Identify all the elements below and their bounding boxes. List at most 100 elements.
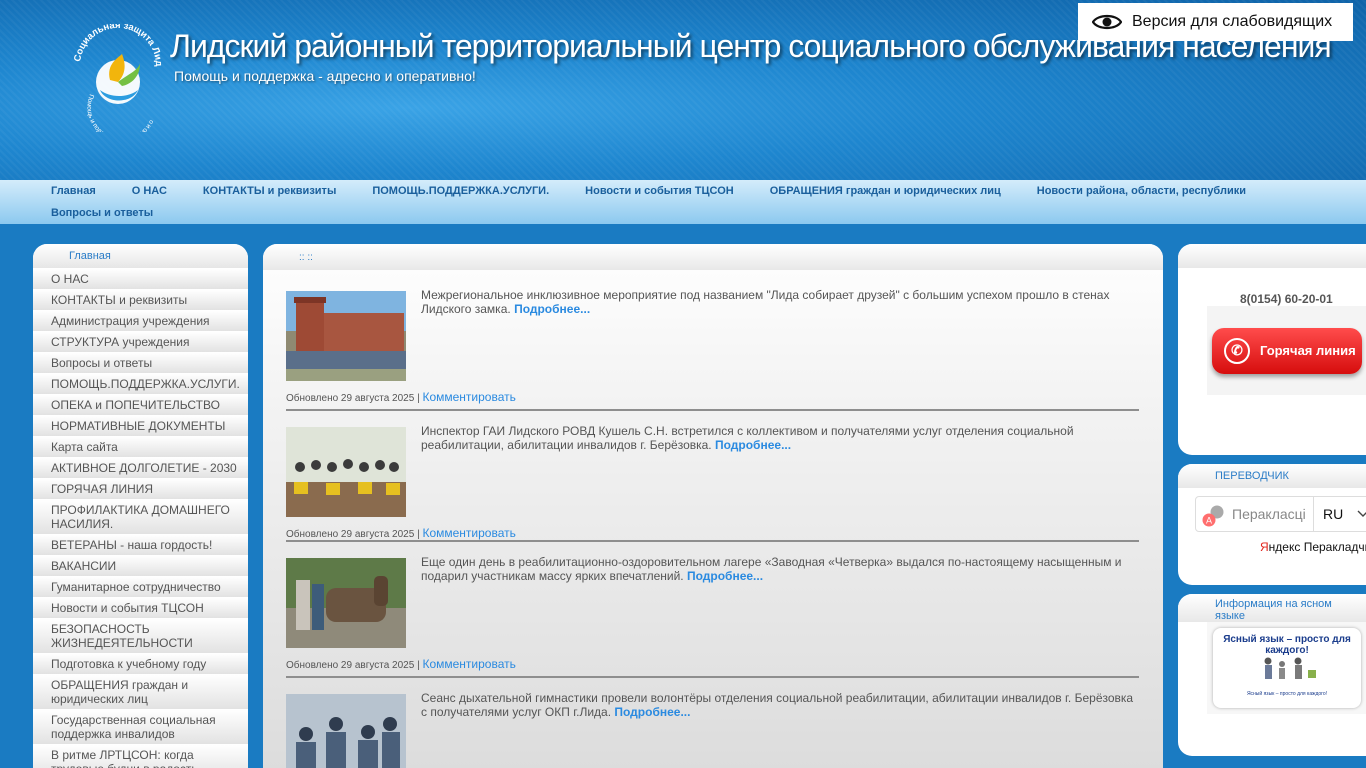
news-meta: Обновлено 29 августа 2025 | Комментирова… <box>286 657 516 671</box>
read-more-link[interactable]: Подробнее... <box>514 302 590 316</box>
news-thumbnail[interactable] <box>286 694 406 768</box>
sidebar-item-contacts[interactable]: КОНТАКТЫ и реквизиты <box>33 289 248 310</box>
news-photo-castle <box>286 291 406 381</box>
sidebar-item-appeals[interactable]: ОБРАЩЕНИЯ граждан и юридических лиц <box>33 674 248 709</box>
hotline-button[interactable]: ✆ Горячая линия <box>1212 327 1362 374</box>
sidebar-item-vacancies[interactable]: ВАКАНСИИ <box>33 555 248 576</box>
sidebar-item-rhythm[interactable]: В ритме ЛРТЦСОН: когда трудовые будни в … <box>33 744 248 768</box>
language-select[interactable]: RU <box>1314 497 1366 531</box>
comment-link[interactable]: Комментировать <box>422 390 515 404</box>
news-divider <box>286 540 1139 542</box>
sidebar-menu: О НАС КОНТАКТЫ и реквизиты Администрация… <box>33 268 248 768</box>
read-more-link[interactable]: Подробнее... <box>614 705 690 719</box>
yandex-letter: Я <box>1260 540 1269 554</box>
news-meta: Обновлено 29 августа 2025 | Комментирова… <box>286 390 516 404</box>
news-thumbnail[interactable] <box>286 291 406 381</box>
news-item: Еще один день в реабилитационно-оздорови… <box>286 555 1139 685</box>
comment-link[interactable]: Комментировать <box>422 526 515 540</box>
site-logo[interactable]: Социальная защита Лидчины Помощь и подде… <box>70 24 166 132</box>
nav-about[interactable]: О НАС <box>132 185 167 197</box>
sidebar-item-guardianship[interactable]: ОПЕКА и ПОПЕЧИТЕЛЬСТВО <box>33 394 248 415</box>
news-divider <box>286 676 1139 678</box>
translate-placeholder: Перакласці <box>1232 506 1306 522</box>
site-slogan: Помощь и поддержка - адресно и оперативн… <box>174 68 476 84</box>
news-photo-gymnastics <box>286 694 406 768</box>
hotline-box-head <box>1178 244 1366 268</box>
nav-home[interactable]: Главная <box>51 185 96 197</box>
news-item: Межрегиональное инклюзивное мероприятие … <box>286 288 1139 418</box>
sidebar-item-about[interactable]: О НАС <box>33 268 248 289</box>
nav-region-news[interactable]: Новости района, области, республики <box>1037 185 1246 197</box>
nav-help[interactable]: ПОМОЩЬ.ПОДДЕРЖКА.УСЛУГИ. <box>372 185 549 197</box>
sidebar-item-humanitarian[interactable]: Гуманитарное сотрудничество <box>33 576 248 597</box>
low-vision-button[interactable]: Версия для слабовидящих <box>1078 3 1353 41</box>
news-summary: Сеанс дыхательной гимнастики провели вол… <box>421 691 1139 719</box>
news-text: Сеанс дыхательной гимнастики провели вол… <box>421 691 1134 719</box>
translate-icon: A <box>1202 505 1224 527</box>
translate-input[interactable]: A Перакласці <box>1196 497 1314 531</box>
news-thumbnail[interactable] <box>286 427 406 517</box>
content-breadcrumb: :: :: <box>263 244 1163 270</box>
news-photo-group <box>286 427 406 517</box>
phone-number: 8(0154) 60-20-01 <box>1240 292 1333 306</box>
clear-language-box: Информация на ясном языке Ясный язык – п… <box>1178 594 1366 756</box>
news-summary: Межрегиональное инклюзивное мероприятие … <box>421 288 1139 316</box>
sidebar-item-documents[interactable]: НОРМАТИВНЫЕ ДОКУМЕНТЫ <box>33 415 248 436</box>
nav-news[interactable]: Новости и события ТЦСОН <box>585 185 734 197</box>
eye-icon <box>1092 14 1122 30</box>
news-text: Еще один день в реабилитационно-оздорови… <box>421 555 1122 583</box>
hotline-box: 8(0154) 60-20-01 ✆ Горячая линия <box>1178 244 1366 455</box>
sidebar-item-school-prep[interactable]: Подготовка к учебному году <box>33 653 248 674</box>
sidebar-item-hotline[interactable]: ГОРЯЧАЯ ЛИНИЯ <box>33 478 248 499</box>
top-navigation: Главная О НАС КОНТАКТЫ и реквизиты ПОМОЩ… <box>0 180 1366 224</box>
translator-head: ПЕРЕВОДЧИК <box>1178 464 1366 488</box>
sidebar-item-help[interactable]: ПОМОЩЬ.ПОДДЕРЖКА.УСЛУГИ. <box>33 373 248 394</box>
nav-contacts[interactable]: КОНТАКТЫ и реквизиты <box>203 185 336 197</box>
news-updated: Обновлено 29 августа 2025 | <box>286 529 420 540</box>
news-item: Сеанс дыхательной гимнастики провели вол… <box>286 691 1139 768</box>
hotline-label: Горячая линия <box>1260 343 1356 358</box>
sidebar-item-violence-prevention[interactable]: ПРОФИЛАКТИКА ДОМАШНЕГО НАСИЛИЯ. <box>33 499 248 534</box>
news-updated: Обновлено 29 августа 2025 | <box>286 393 420 404</box>
translator-widget: A Перакласці RU <box>1195 496 1366 532</box>
sidebar-item-structure[interactable]: СТРУКТУРА учреждения <box>33 331 248 352</box>
sidebar-item-news[interactable]: Новости и события ТЦСОН <box>33 597 248 618</box>
language-value: RU <box>1323 506 1344 522</box>
yandex-translator-link[interactable]: Яндекс Перакладчык <box>1260 540 1366 554</box>
sidebar-item-disability-support[interactable]: Государственная социальная поддержка инв… <box>33 709 248 744</box>
yandex-label: ндекс Перакладчык <box>1268 540 1366 554</box>
clear-language-head: Информация на ясном языке <box>1178 594 1366 622</box>
read-more-link[interactable]: Подробнее... <box>715 438 791 452</box>
read-more-link[interactable]: Подробнее... <box>687 569 763 583</box>
chevron-down-icon <box>1357 510 1366 517</box>
translator-box: ПЕРЕВОДЧИК A Перакласці RU Яндекс Перакл… <box>1178 464 1366 585</box>
svg-text:A: A <box>1206 516 1212 526</box>
news-summary: Инспектор ГАИ Лидского РОВД Кушель С.Н. … <box>421 424 1139 452</box>
news-updated: Обновлено 29 августа 2025 | <box>286 660 420 671</box>
sidebar-item-sitemap[interactable]: Карта сайта <box>33 436 248 457</box>
clear-language-banner[interactable]: Ясный язык – просто для каждого! Ясный я… <box>1207 622 1366 714</box>
low-vision-label: Версия для слабовидящих <box>1132 13 1333 30</box>
nav-appeals[interactable]: ОБРАЩЕНИЯ граждан и юридических лиц <box>770 185 1001 197</box>
sidebar-item-safety[interactable]: БЕЗОПАСНОСТЬ ЖИЗНЕДЕЯТЕЛЬНОСТИ <box>33 618 248 653</box>
news-photo-horse <box>286 558 406 648</box>
sidebar-item-administration[interactable]: Администрация учреждения <box>33 310 248 331</box>
clear-language-title: Ясный язык – просто для каждого! <box>1223 634 1351 656</box>
news-item: Инспектор ГАИ Лидского РОВД Кушель С.Н. … <box>286 424 1139 554</box>
site-header: Социальная защита Лидчины Помощь и подде… <box>0 0 1366 180</box>
clear-language-card: Ясный язык – просто для каждого! Ясный я… <box>1213 628 1361 708</box>
sidebar-item-faq[interactable]: Вопросы и ответы <box>33 352 248 373</box>
left-sidebar: Главная О НАС КОНТАКТЫ и реквизиты Админ… <box>33 244 248 768</box>
nav-faq[interactable]: Вопросы и ответы <box>51 207 153 219</box>
sidebar-item-longevity[interactable]: АКТИВНОЕ ДОЛГОЛЕТИЕ - 2030 <box>33 457 248 478</box>
news-summary: Еще один день в реабилитационно-оздорови… <box>421 555 1139 583</box>
family-illustration <box>1264 657 1316 679</box>
hotline-banner[interactable]: ✆ Горячая линия <box>1207 306 1366 395</box>
news-thumbnail[interactable] <box>286 558 406 648</box>
sidebar-item-veterans[interactable]: ВЕТЕРАНЫ - наша гордость! <box>33 534 248 555</box>
sidebar-head[interactable]: Главная <box>33 244 248 268</box>
news-meta: Обновлено 29 августа 2025 | Комментирова… <box>286 526 516 540</box>
comment-link[interactable]: Комментировать <box>422 657 515 671</box>
main-content: :: :: Межрегиональное инклюзивное меропр… <box>263 244 1163 768</box>
topnav-row-1: Главная О НАС КОНТАКТЫ и реквизиты ПОМОЩ… <box>51 180 1366 202</box>
